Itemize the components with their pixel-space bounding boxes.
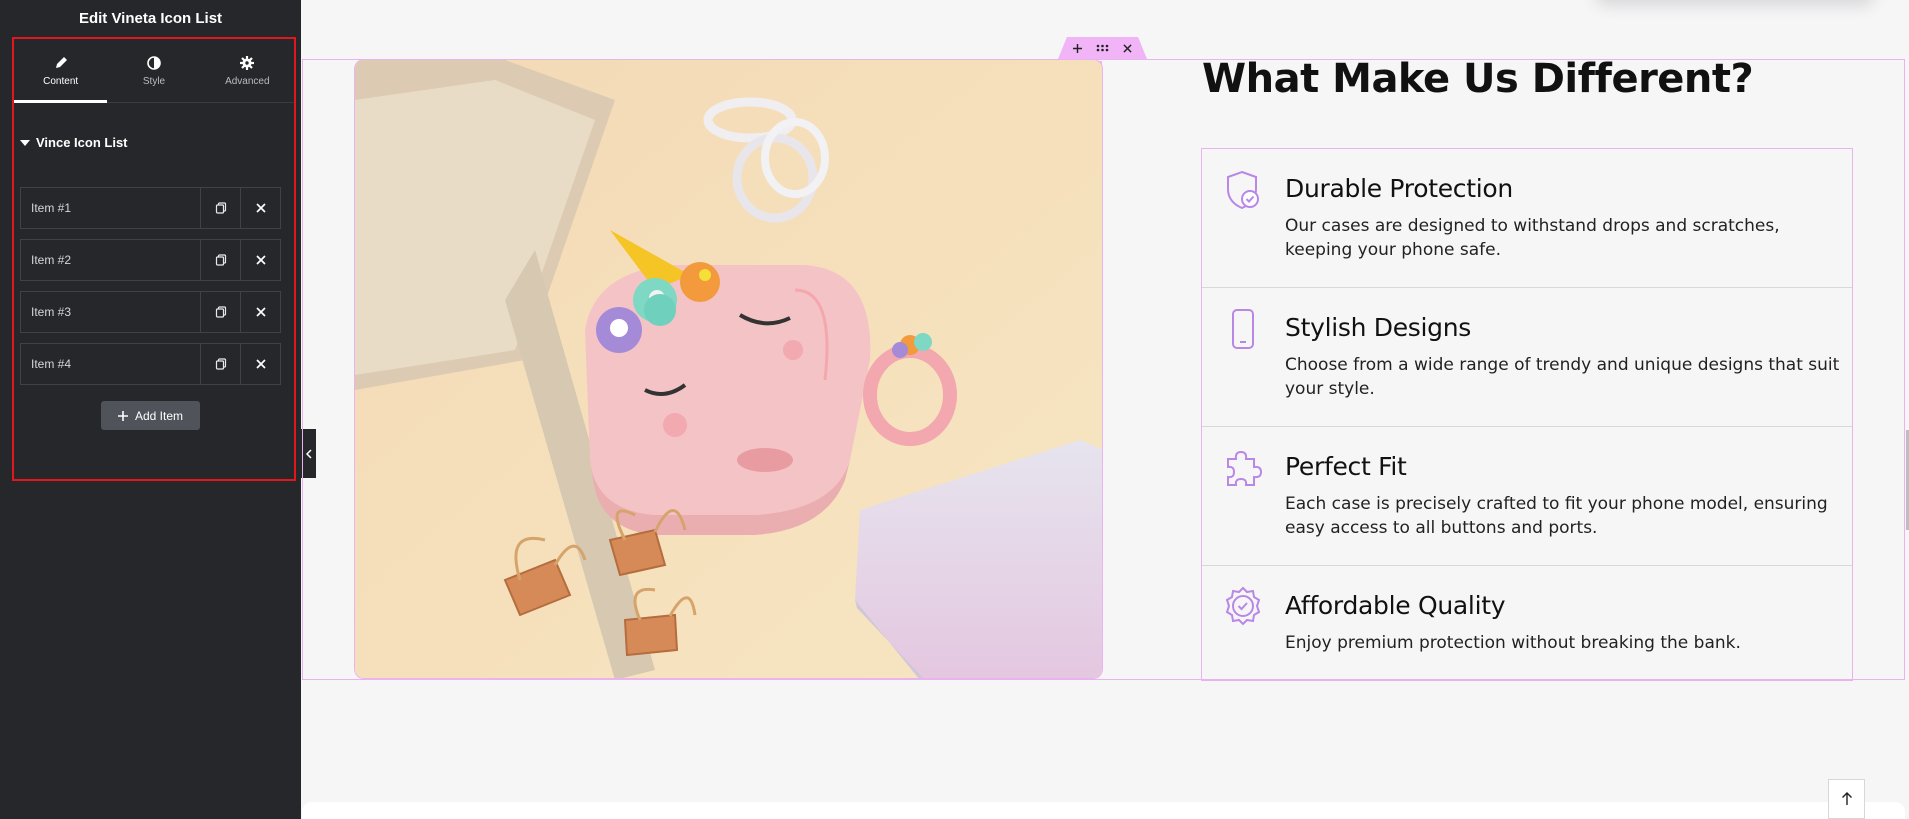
product-image[interactable] bbox=[354, 59, 1103, 679]
back-to-top-button[interactable] bbox=[1828, 779, 1865, 819]
list-item-title: Affordable Quality bbox=[1285, 591, 1506, 620]
section-handle bbox=[1058, 37, 1147, 59]
shield-check-icon bbox=[1227, 170, 1259, 210]
smartphone-icon bbox=[1232, 309, 1254, 349]
product-photo-illustration bbox=[355, 60, 1102, 678]
duplicate-button[interactable] bbox=[200, 188, 240, 228]
next-section-card bbox=[302, 802, 1905, 819]
list-item: Durable Protection Our cases are designe… bbox=[1202, 149, 1852, 288]
puzzle-icon bbox=[1227, 450, 1263, 486]
repeater-item-title[interactable]: Item #2 bbox=[21, 240, 200, 280]
repeater-item: Item #1 bbox=[20, 187, 281, 229]
section-toggle-vince-icon-list[interactable]: Vince Icon List bbox=[20, 135, 128, 150]
list-item: Stylish Designs Choose from a wide range… bbox=[1202, 288, 1852, 427]
add-section-button[interactable] bbox=[1073, 43, 1082, 53]
close-icon bbox=[1123, 43, 1132, 53]
list-item-desc: Each case is precisely crafted to fit yo… bbox=[1285, 494, 1828, 538]
tab-content-label: Content bbox=[43, 75, 79, 87]
repeater-item: Item #4 bbox=[20, 343, 281, 385]
tab-advanced-label: Advanced bbox=[225, 75, 270, 87]
copy-icon bbox=[215, 202, 226, 214]
copy-icon bbox=[215, 254, 226, 266]
caret-down-icon bbox=[20, 139, 30, 146]
tab-content[interactable]: Content bbox=[14, 39, 108, 103]
list-item-desc: Enjoy premium protection without breakin… bbox=[1285, 633, 1741, 653]
repeater-item-title[interactable]: Item #3 bbox=[21, 292, 200, 332]
list-item-title: Durable Protection bbox=[1285, 174, 1513, 203]
repeater-item-title[interactable]: Item #1 bbox=[21, 188, 200, 228]
list-item-desc: Choose from a wide range of trendy and u… bbox=[1285, 355, 1840, 399]
panel-title: Edit Vineta Icon List bbox=[78, 10, 223, 27]
add-item-button[interactable]: Add Item bbox=[101, 401, 200, 430]
tab-style-label: Style bbox=[142, 75, 166, 87]
close-icon bbox=[255, 255, 266, 265]
icon-list[interactable]: Durable Protection Our cases are designe… bbox=[1201, 148, 1853, 681]
copy-icon bbox=[215, 306, 226, 318]
list-item-title: Perfect Fit bbox=[1285, 452, 1407, 481]
editor-panel: Edit Vineta Icon List Content Style Adva… bbox=[0, 0, 301, 819]
arrow-up-icon bbox=[1841, 792, 1852, 805]
pencil-icon bbox=[55, 56, 67, 68]
duplicate-button[interactable] bbox=[200, 292, 240, 332]
close-icon bbox=[255, 307, 266, 317]
remove-button[interactable] bbox=[240, 292, 280, 332]
list-item-desc: Our cases are designed to withstand drop… bbox=[1285, 216, 1780, 260]
drag-section-button[interactable] bbox=[1096, 44, 1109, 52]
section-title: Vince Icon List bbox=[36, 135, 128, 150]
panel-tabs: Content Style Advanced bbox=[14, 39, 294, 103]
repeater-item: Item #3 bbox=[20, 291, 281, 333]
repeater-list: Item #1 Item #2 Item #3 Item #4 bbox=[20, 187, 281, 395]
badge-check-icon bbox=[1225, 586, 1261, 626]
remove-button[interactable] bbox=[240, 188, 280, 228]
section-heading: What Make Us Different? bbox=[1202, 56, 1754, 102]
delete-section-button[interactable] bbox=[1123, 43, 1132, 53]
drag-dots-icon bbox=[1096, 44, 1109, 52]
list-item-title: Stylish Designs bbox=[1285, 313, 1472, 342]
remove-button[interactable] bbox=[240, 240, 280, 280]
tab-advanced[interactable]: Advanced bbox=[201, 39, 294, 102]
gear-icon bbox=[240, 55, 255, 70]
close-icon bbox=[255, 203, 266, 213]
remove-button[interactable] bbox=[240, 344, 280, 384]
repeater-item-title[interactable]: Item #4 bbox=[21, 344, 200, 384]
tab-style[interactable]: Style bbox=[107, 39, 200, 102]
list-item: Perfect Fit Each case is precisely craft… bbox=[1202, 427, 1852, 566]
duplicate-button[interactable] bbox=[200, 344, 240, 384]
list-item: Affordable Quality Enjoy premium protect… bbox=[1202, 566, 1852, 680]
plus-icon bbox=[1073, 43, 1082, 53]
repeater-item: Item #2 bbox=[20, 239, 281, 281]
plus-icon bbox=[117, 410, 128, 421]
close-icon bbox=[255, 359, 266, 369]
half-circle-icon bbox=[147, 55, 161, 70]
duplicate-button[interactable] bbox=[200, 240, 240, 280]
add-item-label: Add Item bbox=[134, 408, 184, 423]
copy-icon bbox=[215, 358, 226, 370]
